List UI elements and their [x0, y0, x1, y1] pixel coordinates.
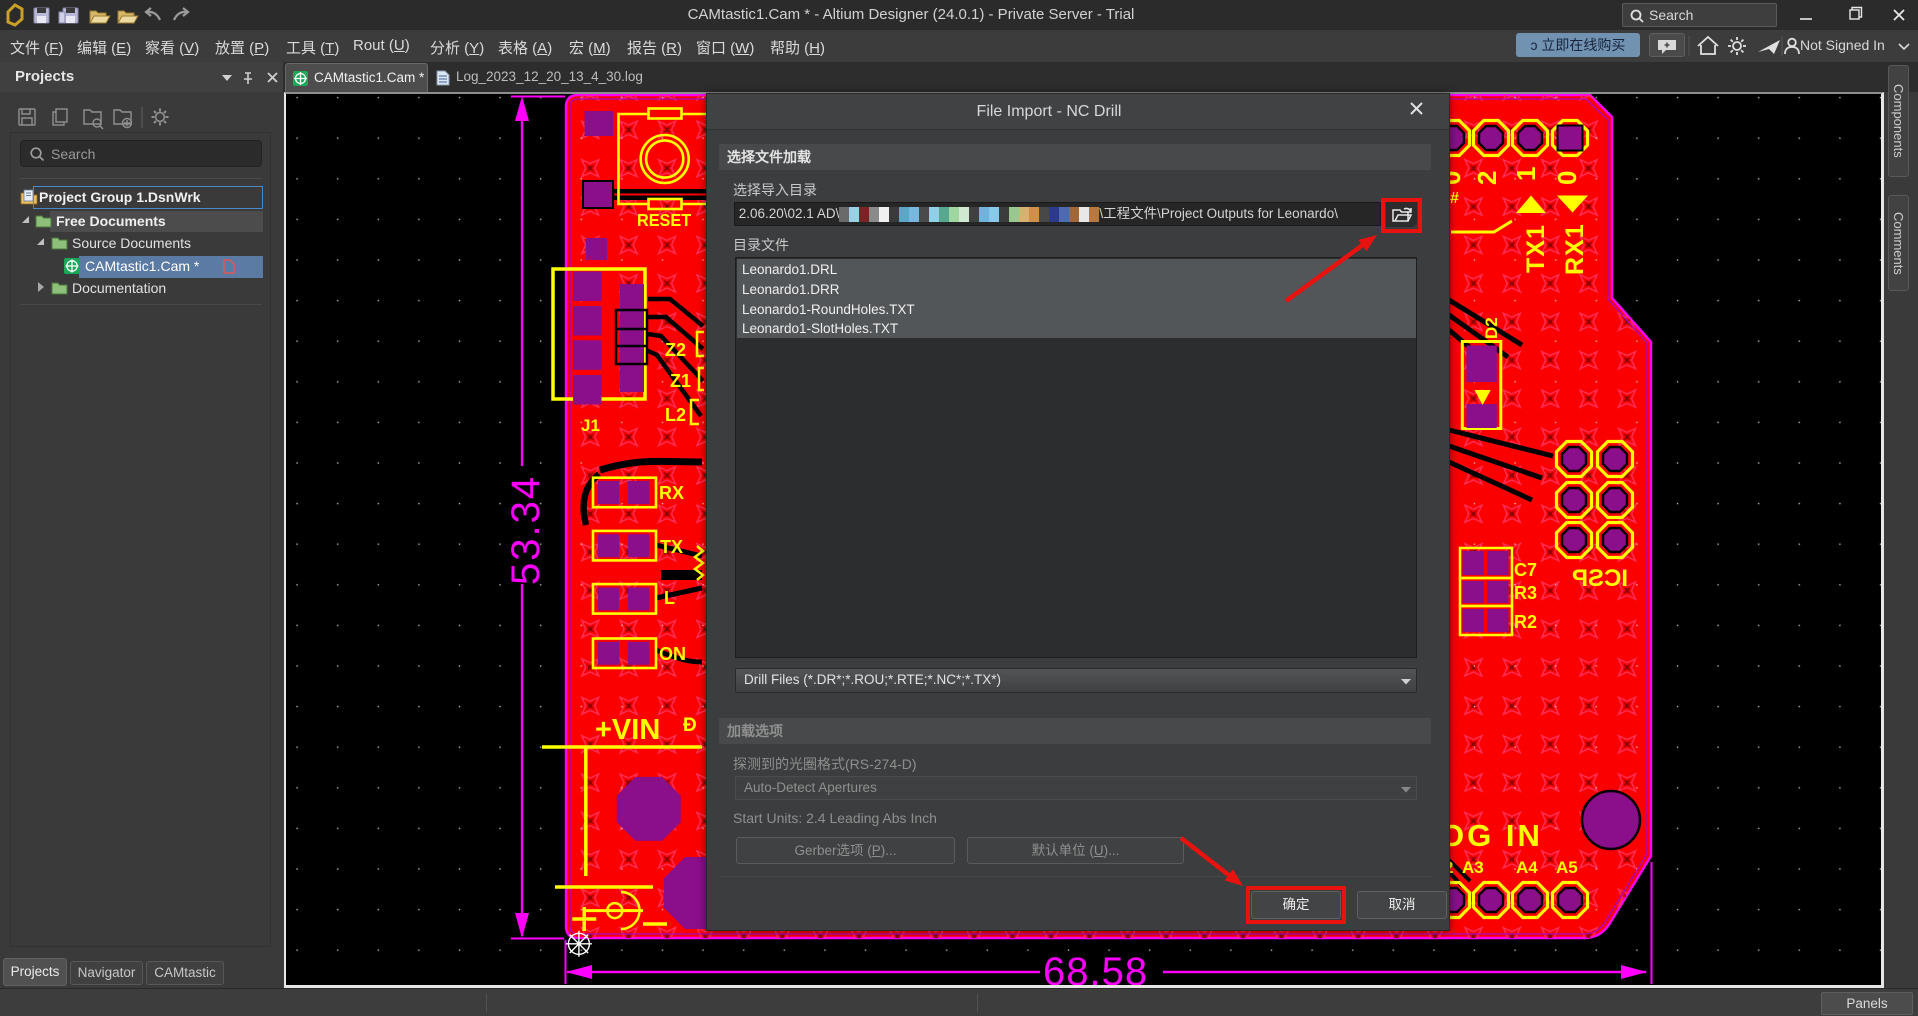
- svg-text:A4: A4: [1516, 858, 1538, 877]
- svg-text:0: 0: [1552, 171, 1582, 185]
- svg-text:Z1: Z1: [670, 371, 691, 391]
- svg-text:#: #: [1450, 190, 1459, 207]
- svg-text:RX1: RX1: [1561, 223, 1589, 275]
- svg-text:RX: RX: [659, 483, 684, 503]
- svg-text:R3: R3: [1514, 583, 1537, 603]
- svg-text:+VIN: +VIN: [595, 714, 660, 746]
- svg-text:D2: D2: [1482, 317, 1501, 339]
- svg-text:C7: C7: [1514, 560, 1537, 580]
- svg-text:2: 2: [1472, 171, 1502, 185]
- svg-text:RESET: RESET: [637, 210, 692, 230]
- svg-text:J1: J1: [581, 416, 600, 435]
- svg-text:1: 1: [1511, 167, 1541, 181]
- svg-text:68.58: 68.58: [1043, 950, 1148, 985]
- svg-text:L: L: [664, 588, 675, 608]
- svg-text:A3: A3: [1462, 858, 1484, 877]
- svg-text:ON: ON: [659, 644, 686, 664]
- svg-text:L2: L2: [665, 405, 686, 425]
- svg-text:Ð: Ð: [683, 715, 697, 736]
- svg-text:OG IN: OG IN: [1440, 818, 1543, 853]
- svg-text:TX: TX: [660, 537, 683, 557]
- svg-text:R2: R2: [1514, 612, 1537, 632]
- svg-text:53.34: 53.34: [504, 475, 548, 585]
- svg-text:Z2: Z2: [665, 340, 686, 360]
- svg-text:ICSP: ICSP: [1572, 565, 1628, 592]
- svg-text:A5: A5: [1556, 858, 1578, 877]
- svg-text:TX1: TX1: [1522, 224, 1550, 273]
